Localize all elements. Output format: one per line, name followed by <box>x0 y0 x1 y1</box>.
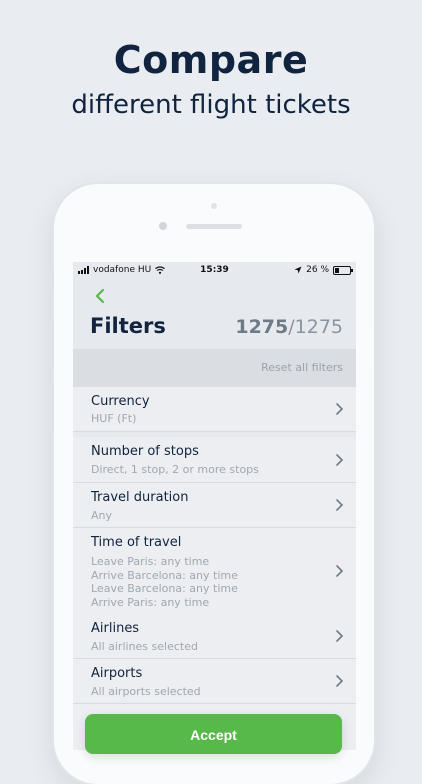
chevron-right-icon <box>336 675 344 687</box>
filter-row-duration[interactable]: Travel duration Any <box>73 483 356 528</box>
filter-row-currency[interactable]: Currency HUF (Ft) <box>73 387 356 432</box>
filter-label: Currency <box>91 394 150 409</box>
phone-volume-down <box>50 384 54 432</box>
filter-row-airports[interactable]: Airports All airports selected <box>73 659 356 704</box>
back-chevron-icon[interactable] <box>90 286 110 306</box>
location-arrow-icon <box>294 266 302 274</box>
filter-detail: All airlines selected <box>91 640 198 653</box>
accept-button[interactable]: Accept <box>85 714 342 754</box>
phone-sensor <box>211 203 217 209</box>
reset-bar: Reset all filters <box>73 349 356 387</box>
status-bar: vodafone HU 15:39 26 % <box>73 262 356 278</box>
phone-volume-up <box>50 322 54 370</box>
chevron-right-icon <box>336 454 344 466</box>
page-title: Filters <box>90 314 166 338</box>
filter-row-airlines[interactable]: Airlines All airlines selected <box>73 614 356 659</box>
phone-mute-switch <box>50 268 54 292</box>
filter-label: Travel duration <box>91 490 189 505</box>
filter-row-time-of-travel[interactable]: Time of travel Leave Paris: any time Arr… <box>73 528 356 615</box>
filter-detail: All airports selected <box>91 685 201 698</box>
promo-subline: different flight tickets <box>71 90 351 120</box>
results-count: 1275/1275 <box>235 316 343 338</box>
app-screen: vodafone HU 15:39 26 % Filters 1275/1275… <box>73 262 356 750</box>
chevron-right-icon <box>336 403 344 415</box>
promo-headline: Compare <box>113 38 309 82</box>
filter-detail: Direct, 1 stop, 2 or more stops <box>91 463 259 476</box>
filter-label: Number of stops <box>91 444 199 459</box>
filter-label: Time of travel <box>91 535 182 550</box>
chevron-right-icon <box>336 565 344 577</box>
filter-detail: Leave Paris: any time Arrive Barcelona: … <box>91 555 238 609</box>
filter-detail: HUF (Ft) <box>91 412 137 425</box>
chevron-right-icon <box>336 630 344 642</box>
reset-filters-button[interactable]: Reset all filters <box>261 361 343 374</box>
filter-label: Airlines <box>91 621 140 636</box>
filter-row-stops[interactable]: Number of stops Direct, 1 stop, 2 or mor… <box>73 437 356 483</box>
filter-detail: Any <box>91 509 113 522</box>
phone-earpiece <box>186 224 242 229</box>
battery-icon <box>333 265 353 275</box>
filter-label: Airports <box>91 666 143 681</box>
results-count-total: /1275 <box>288 316 343 338</box>
battery-percent: 26 % <box>306 265 329 275</box>
chevron-right-icon <box>336 499 344 511</box>
results-count-current: 1275 <box>235 316 289 338</box>
phone-power-button <box>374 322 378 374</box>
phone-camera <box>159 222 167 230</box>
